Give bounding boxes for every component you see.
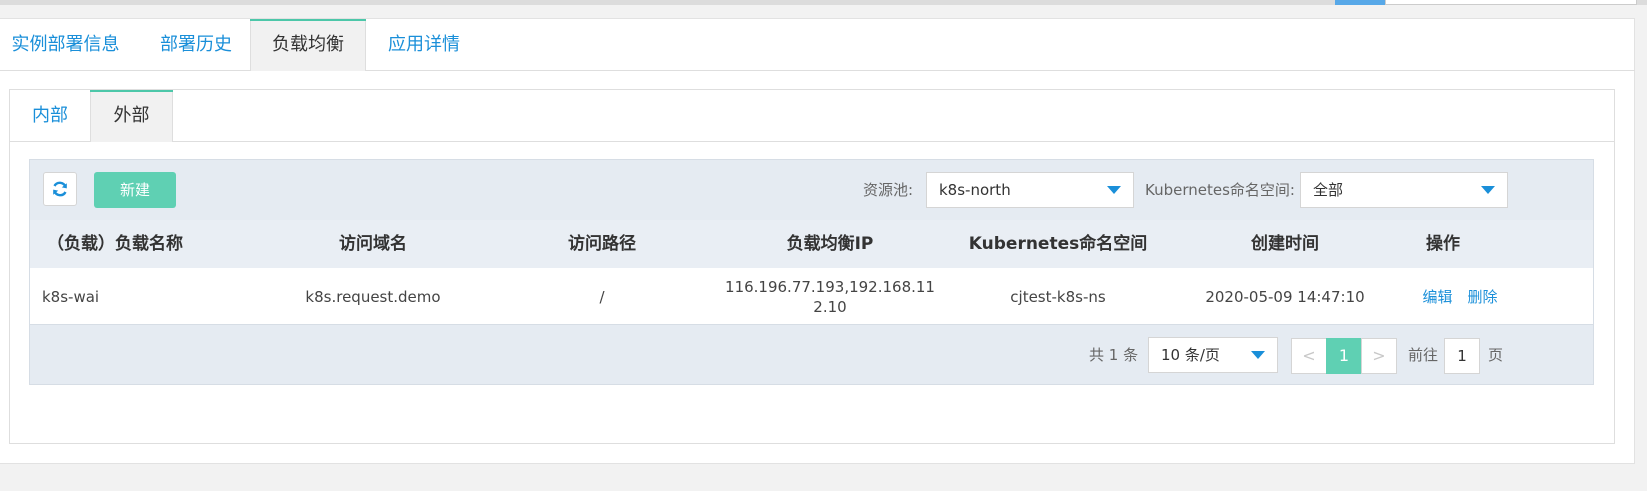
main-panel: 实例部署信息 部署历史 负载均衡 应用详情 内部 外部 新建 资源池: k8s-… (0, 18, 1635, 464)
tab-load-balancing[interactable]: 负载均衡 (250, 19, 366, 71)
cell-path: / (599, 287, 605, 306)
column-header-actions: 操作 (1426, 234, 1460, 254)
column-header-created: 创建时间 (1251, 234, 1319, 254)
column-header-lb-ip: 负载均衡IP (786, 234, 874, 254)
top-tabs: 实例部署信息 部署历史 负载均衡 应用详情 (0, 19, 1635, 71)
edit-button[interactable]: 编辑 (1422, 286, 1452, 307)
refresh-icon (53, 181, 67, 197)
top-accent-bar (1335, 0, 1385, 5)
load-balancing-content: 内部 外部 新建 资源池: k8s-north Kubernetes命名空间: … (9, 89, 1615, 444)
cell-actions: 编辑 删除 (1390, 268, 1530, 325)
prev-page-button[interactable]: < (1291, 338, 1327, 374)
namespace-select[interactable]: 全部 (1300, 172, 1508, 208)
toolbar: 新建 资源池: k8s-north Kubernetes命名空间: 全部 (30, 160, 1593, 220)
namespace-value: 全部 (1313, 181, 1344, 199)
resource-pool-value: k8s-north (939, 181, 1011, 199)
tab-internal[interactable]: 内部 (10, 90, 90, 142)
sub-tabs: 内部 外部 (10, 90, 1614, 142)
resource-pool-label: 资源池: (863, 181, 914, 199)
cell-namespace: cjtest-k8s-ns (1010, 287, 1106, 306)
chevron-down-icon (1481, 186, 1495, 194)
refresh-button[interactable] (43, 172, 77, 206)
page-suffix: 页 (1488, 346, 1504, 364)
chevron-down-icon (1107, 186, 1121, 194)
table-header: （负载）负载名称 访问域名 访问路径 负载均衡IP Kubernetes命名空间… (30, 220, 1593, 268)
goto-label: 前往 (1408, 346, 1439, 364)
new-button[interactable]: 新建 (94, 172, 176, 208)
cell-domain: k8s.request.demo (305, 287, 441, 306)
cell-lb-ip-wrap: 116.196.77.193,192.168.112.10 (723, 268, 937, 325)
page-size-value: 10 条/页 (1161, 346, 1220, 364)
column-header-name: （负载）负载名称 (47, 234, 183, 254)
delete-button[interactable]: 删除 (1468, 286, 1498, 307)
page-size-select[interactable]: 10 条/页 (1148, 337, 1278, 373)
resource-pool-select[interactable]: k8s-north (926, 172, 1134, 208)
table-row: k8s-wai k8s.request.demo / 116.196.77.19… (30, 268, 1593, 325)
tab-external[interactable]: 外部 (90, 90, 173, 142)
pagination: 共 1 条 10 条/页 < 1 > 前往 1 页 (30, 325, 1593, 385)
goto-page-input[interactable]: 1 (1444, 338, 1480, 374)
page-button-current[interactable]: 1 (1326, 338, 1362, 374)
chevron-down-icon (1251, 351, 1265, 359)
cell-name: k8s-wai (42, 287, 100, 306)
cell-created: 2020-05-09 14:47:10 (1205, 287, 1365, 306)
next-page-button[interactable]: > (1361, 338, 1397, 374)
column-header-domain: 访问域名 (339, 234, 407, 254)
top-strip (0, 0, 1647, 5)
tab-instance-deploy-info[interactable]: 实例部署信息 (0, 19, 131, 71)
tab-app-details[interactable]: 应用详情 (374, 19, 474, 71)
total-count: 共 1 条 (1089, 346, 1139, 364)
column-header-path: 访问路径 (568, 234, 636, 254)
column-header-namespace: Kubernetes命名空间 (968, 234, 1148, 254)
top-search-box[interactable] (1385, 0, 1637, 5)
namespace-label: Kubernetes命名空间: (1145, 181, 1295, 199)
lb-table-card: 新建 资源池: k8s-north Kubernetes命名空间: 全部 （负载… (29, 159, 1594, 385)
cell-lb-ip: 116.196.77.193,192.168.112.10 (725, 277, 935, 316)
tab-deploy-history[interactable]: 部署历史 (146, 19, 246, 71)
